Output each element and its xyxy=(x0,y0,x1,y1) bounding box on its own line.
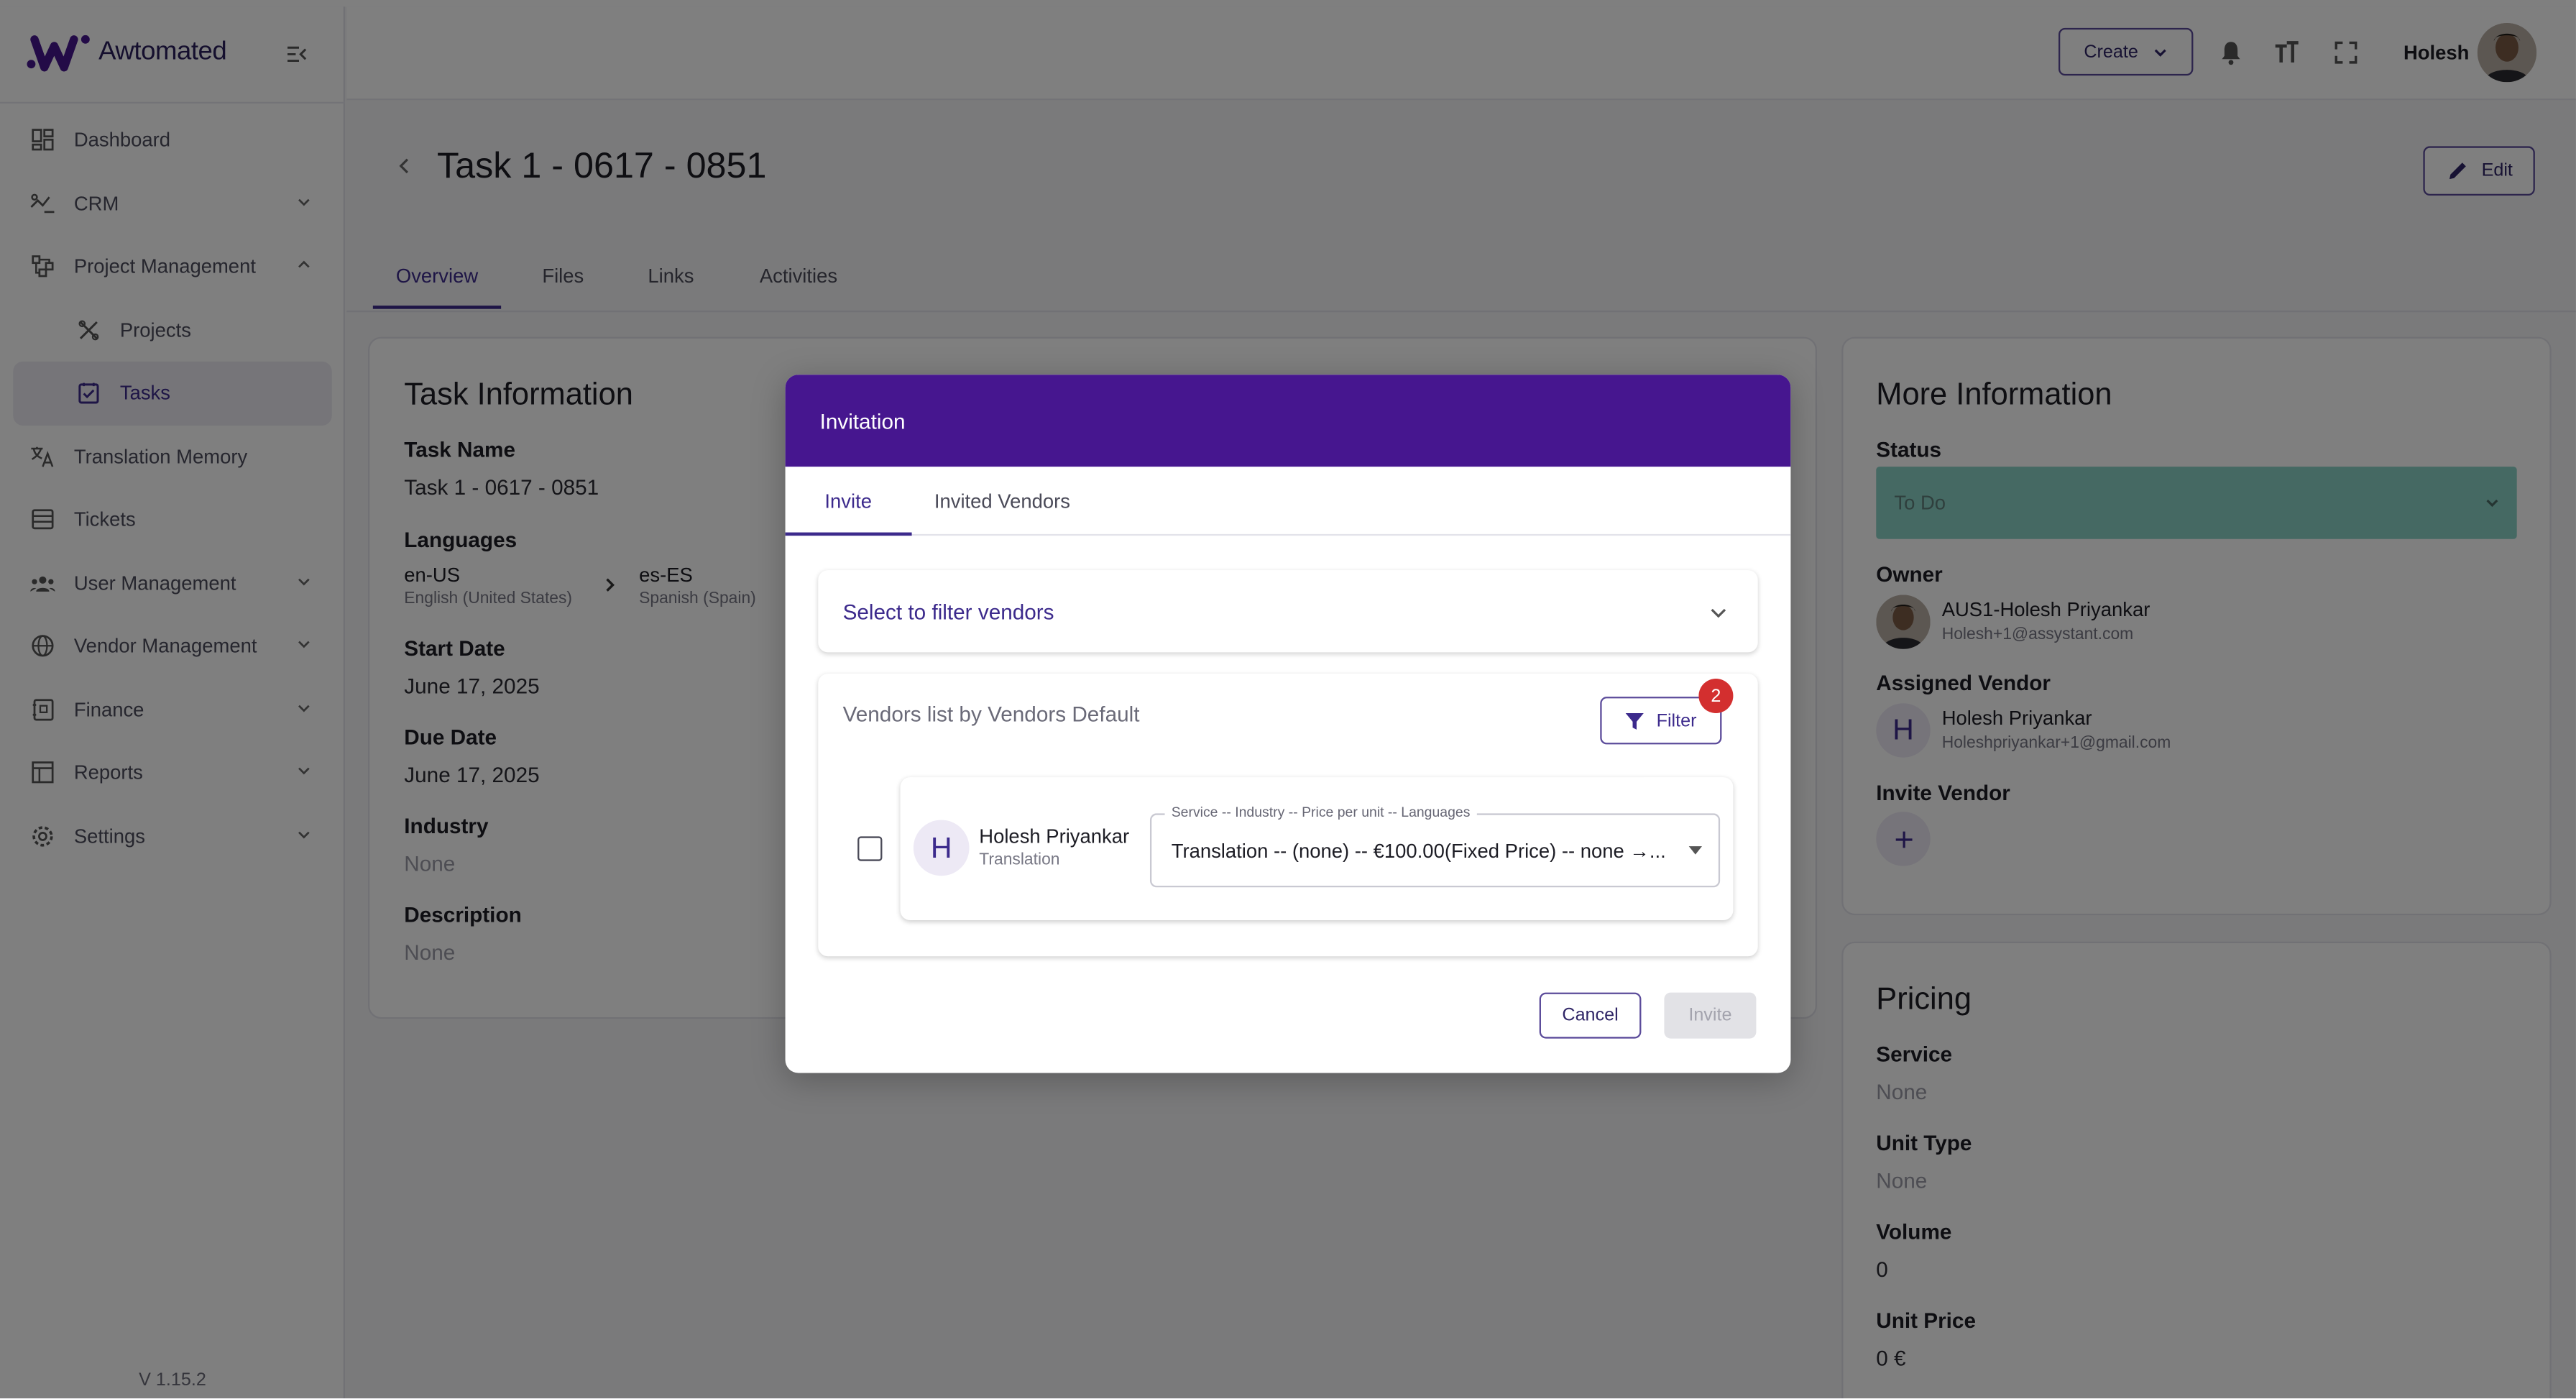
vendor-service-select[interactable]: Service -- Industry -- Price per unit --… xyxy=(1149,803,1721,888)
vendor-checkbox[interactable] xyxy=(857,836,883,861)
tab-invited-vendors[interactable]: Invited Vendors xyxy=(911,467,1093,536)
invitation-modal: Invitation Invite Invited Vendors Select… xyxy=(785,375,1791,1073)
vendor-avatar: H xyxy=(913,820,970,876)
vendors-list-title: Vendors list by Vendors Default xyxy=(842,701,1140,727)
vendor-role: Translation xyxy=(979,850,1060,870)
invite-button[interactable]: Invite xyxy=(1664,992,1757,1039)
vendor-row: H Holesh Priyankar Translation Service -… xyxy=(900,777,1734,920)
vendor-filter-placeholder: Select to filter vendors xyxy=(842,599,1054,624)
vendor-name: Holesh Priyankar xyxy=(979,825,1130,848)
filter-label: Filter xyxy=(1656,710,1697,730)
vendor-filter-select[interactable]: Select to filter vendors xyxy=(818,570,1758,653)
modal-title: Invitation xyxy=(785,375,1791,467)
modal-tabs: Invite Invited Vendors xyxy=(785,467,1791,536)
service-select-legend: Service -- Industry -- Price per unit --… xyxy=(1164,803,1477,820)
service-select-value: Translation -- (none) -- €100.00(Fixed P… xyxy=(1171,839,1666,863)
filter-count-badge: 2 xyxy=(1698,678,1734,713)
chevron-down-icon xyxy=(1711,608,1726,618)
cancel-button[interactable]: Cancel xyxy=(1539,992,1642,1039)
app-root: Awtomated Dashboard CRM Project Manageme… xyxy=(0,0,2576,1399)
vendors-list-card: Vendors list by Vendors Default Filter 2… xyxy=(818,674,1758,957)
caret-down-icon xyxy=(1688,846,1702,855)
funnel-icon xyxy=(1626,712,1644,729)
tab-invite[interactable]: Invite xyxy=(785,467,911,536)
